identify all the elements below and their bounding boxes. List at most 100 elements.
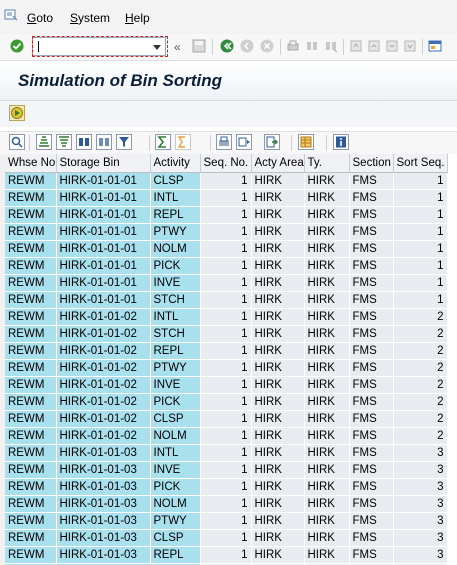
cell-seq-no[interactable]: 1 xyxy=(200,478,252,496)
cell-section[interactable]: FMS xyxy=(349,410,394,428)
cell-storage-bin[interactable]: HIRK-01-01-02 xyxy=(56,376,151,394)
cell-whse-no[interactable]: REWM xyxy=(5,444,57,462)
cell-seq-no[interactable]: 1 xyxy=(200,393,252,411)
cell-whse-no[interactable]: REWM xyxy=(5,495,57,513)
cell-section[interactable]: FMS xyxy=(349,529,394,547)
cell-whse-no[interactable]: REWM xyxy=(5,308,57,326)
cell-seq-no[interactable]: 1 xyxy=(200,240,252,258)
details-icon[interactable] xyxy=(9,134,25,150)
cell-storage-bin[interactable]: HIRK-01-01-02 xyxy=(56,308,151,326)
result-grid[interactable]: Whse No. Storage Bin Activity Seq. No. A… xyxy=(5,154,457,565)
table-row[interactable]: REWM HIRK-01-01-02 PICK 1 HIRK HIRK FMS 2 xyxy=(5,393,448,411)
menu-icon[interactable] xyxy=(4,9,18,21)
cell-type[interactable]: HIRK xyxy=(304,189,350,207)
cell-activity[interactable]: STCH xyxy=(150,325,201,343)
cell-seq-no[interactable]: 1 xyxy=(200,291,252,309)
cell-storage-bin[interactable]: HIRK-01-01-01 xyxy=(56,223,151,241)
cell-seq-no[interactable]: 1 xyxy=(200,495,252,513)
cell-acty-area[interactable]: HIRK xyxy=(251,359,305,377)
cell-seq-no[interactable]: 1 xyxy=(200,308,252,326)
cell-sort-seq[interactable]: 2 xyxy=(393,359,448,377)
cell-whse-no[interactable]: REWM xyxy=(5,240,57,258)
cell-type[interactable]: HIRK xyxy=(304,223,350,241)
cell-acty-area[interactable]: HIRK xyxy=(251,342,305,360)
cell-activity[interactable]: STCH xyxy=(150,291,201,309)
cell-whse-no[interactable]: REWM xyxy=(5,325,57,343)
cell-whse-no[interactable]: REWM xyxy=(5,257,57,275)
cell-storage-bin[interactable]: HIRK-01-01-01 xyxy=(56,274,151,292)
cell-sort-seq[interactable]: 1 xyxy=(393,206,448,224)
cell-type[interactable]: HIRK xyxy=(304,308,350,326)
cell-section[interactable]: FMS xyxy=(349,240,394,258)
cell-type[interactable]: HIRK xyxy=(304,478,350,496)
cell-whse-no[interactable]: REWM xyxy=(5,393,57,411)
cell-type[interactable]: HIRK xyxy=(304,495,350,513)
cell-seq-no[interactable]: 1 xyxy=(200,223,252,241)
cell-storage-bin[interactable]: HIRK-01-01-03 xyxy=(56,478,151,496)
cell-section[interactable]: FMS xyxy=(349,359,394,377)
cell-type[interactable]: HIRK xyxy=(304,461,350,479)
back-icon[interactable] xyxy=(220,39,234,53)
cell-seq-no[interactable]: 1 xyxy=(200,529,252,547)
cell-activity[interactable]: REPL xyxy=(150,342,201,360)
cell-sort-seq[interactable]: 1 xyxy=(393,223,448,241)
cell-section[interactable]: FMS xyxy=(349,291,394,309)
menu-goto[interactable]: Goto xyxy=(27,11,53,25)
cell-acty-area[interactable]: HIRK xyxy=(251,189,305,207)
cell-activity[interactable]: CLSP xyxy=(150,172,201,190)
sort-ascending-icon[interactable] xyxy=(36,134,52,150)
cell-seq-no[interactable]: 1 xyxy=(200,257,252,275)
table-row[interactable]: REWM HIRK-01-01-01 INTL 1 HIRK HIRK FMS 1 xyxy=(5,189,448,207)
cell-acty-area[interactable]: HIRK xyxy=(251,478,305,496)
column-header-activity[interactable]: Activity xyxy=(150,154,201,173)
cell-acty-area[interactable]: HIRK xyxy=(251,427,305,445)
table-row[interactable]: REWM HIRK-01-01-02 CLSP 1 HIRK HIRK FMS 2 xyxy=(5,410,448,428)
cell-type[interactable]: HIRK xyxy=(304,257,350,275)
views-icon[interactable] xyxy=(236,134,252,150)
cell-whse-no[interactable]: REWM xyxy=(5,546,57,564)
cell-activity[interactable]: INTL xyxy=(150,444,201,462)
cell-acty-area[interactable]: HIRK xyxy=(251,325,305,343)
table-row[interactable]: REWM HIRK-01-01-01 CLSP 1 HIRK HIRK FMS 1 xyxy=(5,172,448,190)
column-header-whse-no[interactable]: Whse No. xyxy=(5,154,57,173)
cell-activity[interactable]: PICK xyxy=(150,478,201,496)
cell-sort-seq[interactable]: 3 xyxy=(393,461,448,479)
menu-system[interactable]: System xyxy=(70,11,110,25)
cell-seq-no[interactable]: 1 xyxy=(200,274,252,292)
table-row[interactable]: REWM HIRK-01-01-01 PICK 1 HIRK HIRK FMS 1 xyxy=(5,257,448,275)
cell-section[interactable]: FMS xyxy=(349,223,394,241)
total-icon[interactable] xyxy=(155,134,171,150)
cell-section[interactable]: FMS xyxy=(349,393,394,411)
table-row[interactable]: REWM HIRK-01-01-02 NOLM 1 HIRK HIRK FMS 2 xyxy=(5,427,448,445)
cell-storage-bin[interactable]: HIRK-01-01-01 xyxy=(56,257,151,275)
menu-help[interactable]: Help xyxy=(125,11,150,25)
cell-type[interactable]: HIRK xyxy=(304,410,350,428)
cell-whse-no[interactable]: REWM xyxy=(5,478,57,496)
table-row[interactable]: REWM HIRK-01-01-01 INVE 1 HIRK HIRK FMS 1 xyxy=(5,274,448,292)
table-row[interactable]: REWM HIRK-01-01-02 INTL 1 HIRK HIRK FMS 2 xyxy=(5,308,448,326)
cell-storage-bin[interactable]: HIRK-01-01-03 xyxy=(56,495,151,513)
cell-activity[interactable]: INVE xyxy=(150,461,201,479)
cell-acty-area[interactable]: HIRK xyxy=(251,529,305,547)
cell-whse-no[interactable]: REWM xyxy=(5,461,57,479)
cell-type[interactable]: HIRK xyxy=(304,546,350,564)
cell-type[interactable]: HIRK xyxy=(304,512,350,530)
cell-whse-no[interactable]: REWM xyxy=(5,274,57,292)
cell-seq-no[interactable]: 1 xyxy=(200,172,252,190)
cell-sort-seq[interactable]: 3 xyxy=(393,495,448,513)
cell-seq-no[interactable]: 1 xyxy=(200,325,252,343)
cell-whse-no[interactable]: REWM xyxy=(5,359,57,377)
cell-sort-seq[interactable]: 3 xyxy=(393,529,448,547)
find-next-binoculars-icon[interactable] xyxy=(96,134,112,150)
table-row[interactable]: REWM HIRK-01-01-01 STCH 1 HIRK HIRK FMS 1 xyxy=(5,291,448,309)
cell-storage-bin[interactable]: HIRK-01-01-02 xyxy=(56,393,151,411)
cell-sort-seq[interactable]: 1 xyxy=(393,240,448,258)
export-icon[interactable] xyxy=(264,134,280,150)
cell-seq-no[interactable]: 1 xyxy=(200,444,252,462)
table-row[interactable]: REWM HIRK-01-01-01 NOLM 1 HIRK HIRK FMS 1 xyxy=(5,240,448,258)
cell-acty-area[interactable]: HIRK xyxy=(251,393,305,411)
find-binoculars-icon[interactable] xyxy=(76,134,92,150)
sort-descending-icon[interactable] xyxy=(56,134,72,150)
cell-type[interactable]: HIRK xyxy=(304,376,350,394)
cell-type[interactable]: HIRK xyxy=(304,325,350,343)
